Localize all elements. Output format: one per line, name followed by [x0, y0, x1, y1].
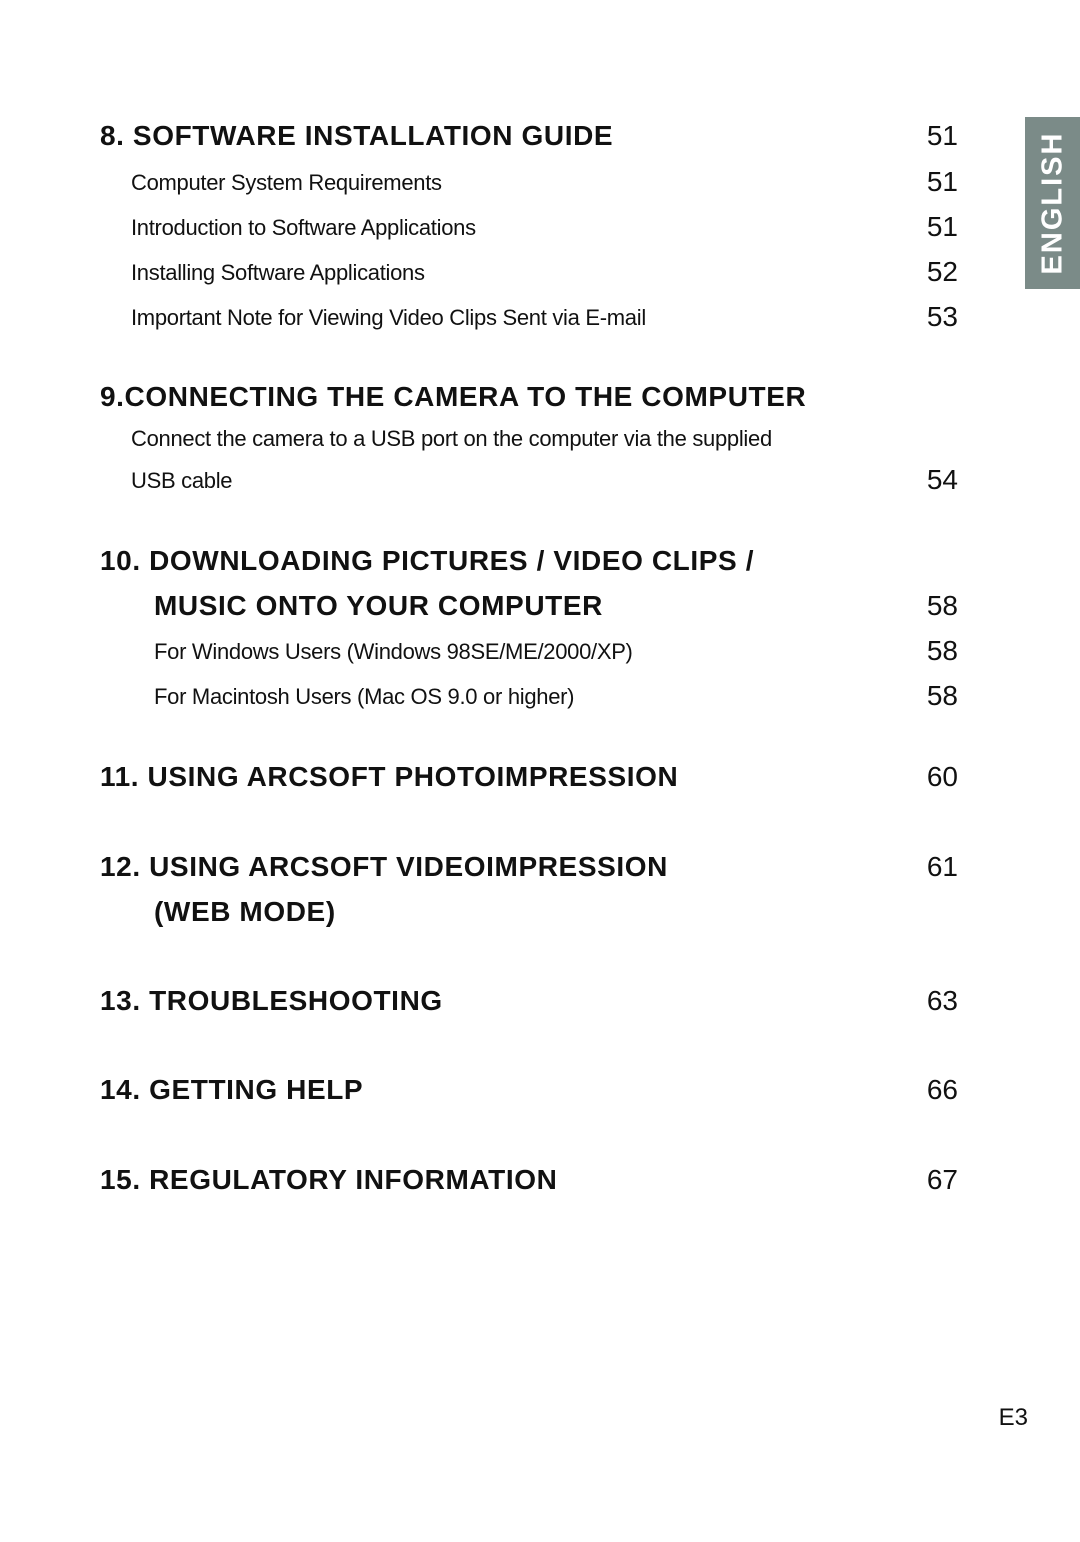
toc-heading-section-15[interactable]: 15. REGULATORY INFORMATION: [100, 1164, 557, 1196]
toc-page-section-14: 66: [926, 1074, 958, 1105]
toc-heading-section-10[interactable]: 10. DOWNLOADING PICTURES / VIDEO CLIPS /: [100, 545, 754, 577]
toc-item-page: 51: [926, 166, 958, 197]
toc-item-continuation[interactable]: USB cable: [131, 468, 233, 494]
toc-heading-section-14[interactable]: 14. GETTING HELP: [100, 1074, 363, 1106]
toc-heading-section-12-continuation[interactable]: (WEB MODE): [154, 896, 336, 928]
toc-item-page: 53: [926, 301, 958, 332]
toc-item[interactable]: Important Note for Viewing Video Clips S…: [131, 305, 646, 331]
toc-item[interactable]: Connect the camera to a USB port on the …: [131, 426, 772, 452]
toc-item[interactable]: Installing Software Applications: [131, 260, 425, 286]
toc-item[interactable]: Introduction to Software Applications: [131, 215, 476, 241]
toc-item-page: 58: [926, 635, 958, 666]
page-number: E3: [998, 1404, 1028, 1431]
toc-item[interactable]: For Windows Users (Windows 98SE/ME/2000/…: [154, 639, 633, 665]
toc-page-section-8: 51: [926, 120, 958, 151]
toc-item-page: 58: [926, 680, 958, 711]
language-tab-label: ENGLISH: [1036, 131, 1068, 275]
toc-item[interactable]: For Macintosh Users (Mac OS 9.0 or highe…: [154, 684, 575, 710]
toc-page-section-10: 58: [926, 590, 958, 621]
toc-heading-section-13[interactable]: 13. TROUBLESHOOTING: [100, 985, 443, 1017]
toc-heading-section-8[interactable]: 8. SOFTWARE INSTALLATION GUIDE: [100, 120, 613, 152]
toc-heading-section-10-continuation[interactable]: MUSIC ONTO YOUR COMPUTER: [154, 590, 603, 622]
toc-item-page: 52: [926, 256, 958, 287]
toc-page-section-15: 67: [926, 1164, 958, 1195]
toc-item-page: 54: [926, 464, 958, 495]
toc-item[interactable]: Computer System Requirements: [131, 170, 442, 196]
toc-heading-section-9[interactable]: 9.CONNECTING THE CAMERA TO THE COMPUTER: [100, 381, 806, 413]
language-tab: ENGLISH: [1025, 117, 1080, 289]
toc-heading-section-11[interactable]: 11. USING ARCSOFT PHOTOIMPRESSION: [100, 761, 678, 793]
toc-item-page: 51: [926, 211, 958, 242]
toc-heading-section-12[interactable]: 12. USING ARCSOFT VIDEOIMPRESSION: [100, 851, 668, 883]
toc-page-section-12: 61: [926, 851, 958, 882]
toc-page-section-13: 63: [926, 985, 958, 1016]
toc-page-section-11: 60: [926, 761, 958, 792]
